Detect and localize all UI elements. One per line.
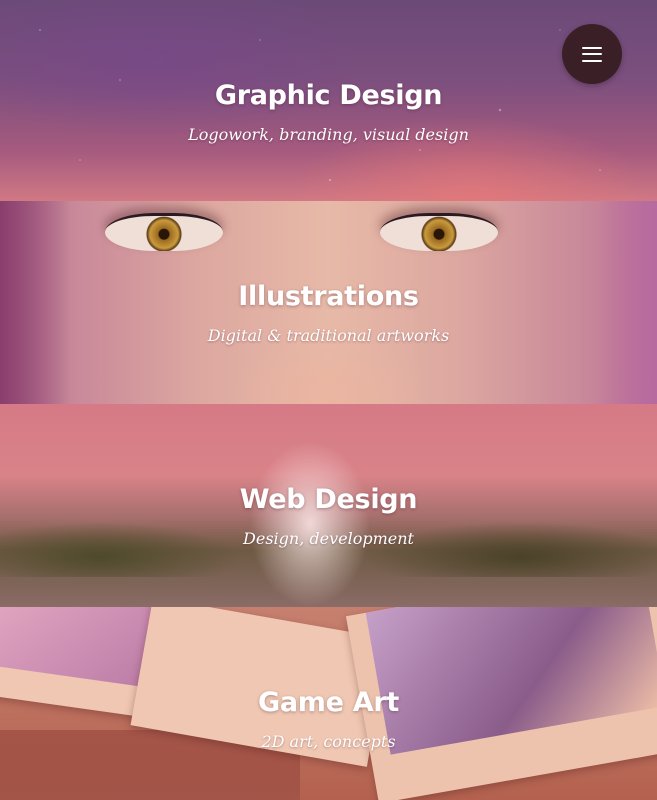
panel-subtitle: Logowork, branding, visual design [188,125,469,144]
graphic-design-panel[interactable]: Graphic Design Logowork, branding, visua… [0,0,657,201]
menu-button[interactable] [562,24,622,84]
panel-title: Web Design [239,484,418,515]
panel-subtitle: Digital & traditional artworks [207,326,450,345]
left-eye-image [105,213,223,251]
panel-caption: Illustrations Digital & traditional artw… [0,281,657,345]
illustrations-panel[interactable]: Illustrations Digital & traditional artw… [0,201,657,404]
web-design-panel[interactable]: Web Design Design, development [0,404,657,607]
panel-title: Graphic Design [214,80,443,111]
panel-caption: Game Art 2D art, concepts [0,687,657,751]
panel-caption: Web Design Design, development [0,484,657,548]
panel-caption: Graphic Design Logowork, branding, visua… [0,80,657,144]
panel-title: Game Art [258,687,399,718]
panel-title: Illustrations [238,281,419,312]
game-art-panel[interactable]: Game Art 2D art, concepts [0,607,657,800]
panel-subtitle: Design, development [243,529,414,548]
right-eye-image [380,213,498,251]
hamburger-menu-icon [582,46,602,62]
panel-subtitle: 2D art, concepts [261,732,396,751]
